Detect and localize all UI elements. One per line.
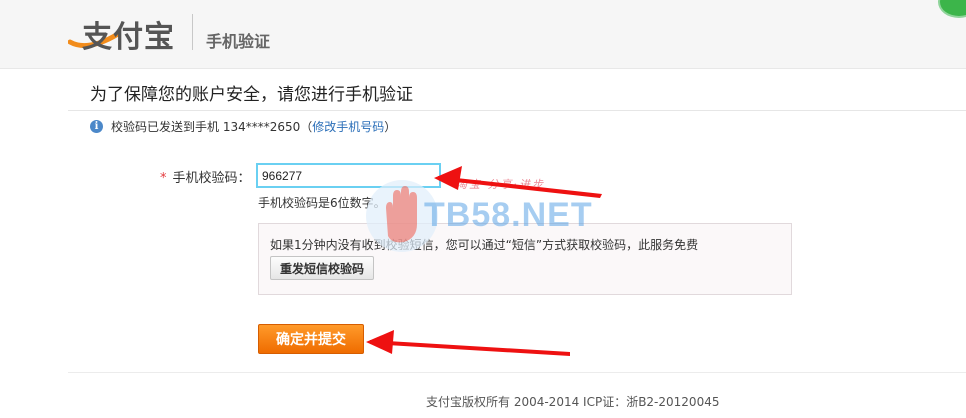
header-divider <box>192 14 193 50</box>
change-phone-link[interactable]: 修改手机号码 <box>312 118 384 135</box>
code-label-text: 手机校验码： <box>172 171 251 186</box>
sms-sent-notice: i 校验码已发送到手机 134****2650 （ 修改手机号码 ） <box>90 118 396 135</box>
corner-badge-icon[interactable] <box>938 0 966 18</box>
footer-divider <box>68 372 966 373</box>
resend-sms-button[interactable]: 重发短信校验码 <box>270 256 375 280</box>
paren-open: （ <box>300 120 313 134</box>
page-title: 为了保障您的账户安全，请您进行手机验证 <box>90 85 413 105</box>
required-mark: * <box>160 171 167 186</box>
watermark-text: TB58.NET <box>424 196 593 234</box>
paren-close: ） <box>384 120 397 134</box>
info-icon: i <box>90 120 103 133</box>
submit-button[interactable]: 确定并提交 <box>258 324 364 354</box>
title-divider <box>68 110 966 111</box>
logo-text: 支付宝 <box>82 20 175 55</box>
watermark-slogan: 淘宝·分享·进步 <box>456 178 545 191</box>
sms-sent-text: 校验码已发送到手机 134****2650 <box>111 120 301 134</box>
header-bar: 支付宝 手机验证 <box>0 0 966 69</box>
footer-copyright: 支付宝版权所有 2004-2014 ICP证：浙B2-20120045 <box>426 395 720 409</box>
header-subtitle: 手机验证 <box>206 32 271 51</box>
code-field-label: * 手机校验码： <box>160 167 251 186</box>
alipay-logo[interactable]: 支付宝 <box>68 6 188 55</box>
arrow-to-submit-icon <box>366 330 570 356</box>
